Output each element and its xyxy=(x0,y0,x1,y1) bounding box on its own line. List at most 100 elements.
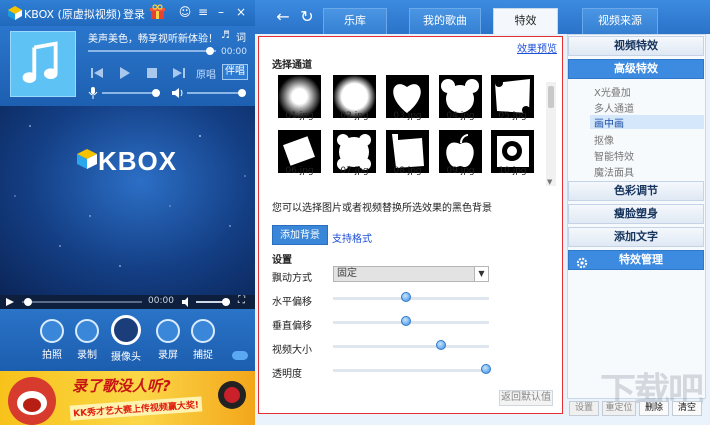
float-mode-select[interactable]: 固定 ▼ xyxy=(333,266,489,282)
minimize-icon[interactable]: – xyxy=(214,4,228,20)
progress-track[interactable] xyxy=(88,50,216,52)
video-progress-bar: 00:00 ⛶ xyxy=(0,295,255,309)
original-vocal-button[interactable]: 原唱 xyxy=(196,66,216,81)
clear-button[interactable]: 清空 xyxy=(672,401,702,416)
tool-label: 摄像头 xyxy=(111,352,141,363)
banner-headline: 录了歌没人听? xyxy=(72,377,171,395)
tool-label: 拍照 xyxy=(42,350,62,361)
h-offset-track[interactable] xyxy=(333,297,489,300)
video-volume-icon[interactable] xyxy=(182,297,192,307)
sidebar-sub-multi-channel[interactable]: 多人通道 xyxy=(594,100,634,115)
tab-effects[interactable]: 特效 xyxy=(493,8,558,34)
scroll-down-icon[interactable]: ▼ xyxy=(547,178,552,186)
video-size-knob[interactable] xyxy=(435,340,446,350)
video-time: 00:00 xyxy=(148,296,174,306)
accompaniment-button[interactable]: 伴唱 xyxy=(222,64,248,80)
sidebar-sub-xray[interactable]: X光叠加 xyxy=(594,84,631,99)
sidebar-advanced-effects[interactable]: 高级特效 xyxy=(568,59,704,79)
opacity-track[interactable] xyxy=(333,369,489,372)
stop-icon[interactable] xyxy=(145,66,159,80)
gift-icon[interactable] xyxy=(150,4,165,20)
snapshot-tool[interactable]: 拍照 xyxy=(32,319,72,361)
scrollbar-thumb[interactable] xyxy=(548,86,554,108)
sidebar-effect-manage[interactable]: 特效管理 xyxy=(568,250,704,270)
video-seek-knob[interactable] xyxy=(24,298,32,306)
tab-my-songs[interactable]: 我的歌曲 xyxy=(409,8,481,34)
thumb-label: 08.jpg xyxy=(393,166,422,176)
screen-record-tool[interactable]: 录屏 xyxy=(148,319,188,361)
background-help-text: 您可以选择图片或者视频替换所选效果的黑色背景 xyxy=(272,203,492,214)
video-volume-knob[interactable] xyxy=(222,298,230,306)
microphone-icon[interactable] xyxy=(88,87,98,99)
toggle-switch[interactable] xyxy=(232,351,248,360)
video-seek-track[interactable] xyxy=(22,301,142,303)
thumb-label: 06.jpg xyxy=(285,166,314,176)
album-cover xyxy=(10,31,76,97)
thumbnails-scrollbar[interactable] xyxy=(546,82,556,186)
video-size-track[interactable] xyxy=(333,345,489,348)
capture-tool[interactable]: 捕捉 xyxy=(183,319,223,361)
title-bar: KBOX (原虚拟视频) 登录 ☺ ≡ – × xyxy=(0,0,255,26)
effect-preview-link[interactable]: 效果预览 xyxy=(517,40,557,55)
camera-icon xyxy=(40,319,64,343)
add-background-button[interactable]: 添加背景 xyxy=(272,225,328,245)
sidebar-sub-keying[interactable]: 抠像 xyxy=(594,132,614,147)
progress-time: 00:00 xyxy=(221,47,247,57)
mic-volume-knob[interactable] xyxy=(152,89,160,97)
prev-icon[interactable] xyxy=(90,66,104,80)
video-size-label: 视频大小 xyxy=(272,345,312,356)
opacity-knob[interactable] xyxy=(480,364,491,374)
screen-icon xyxy=(156,319,180,343)
tab-music-library[interactable]: 乐库 xyxy=(323,8,387,34)
close-icon[interactable]: × xyxy=(234,4,248,20)
progress-knob[interactable] xyxy=(206,47,214,55)
thumb-label: 09.jpg xyxy=(446,166,475,176)
refresh-icon[interactable]: ↻ xyxy=(297,7,317,27)
v-offset-track[interactable] xyxy=(333,321,489,324)
video-record-icon xyxy=(75,319,99,343)
banner-subline: KK秀才艺大赛上传视频赢大奖! xyxy=(69,396,203,421)
sidebar-add-text[interactable]: 添加文字 xyxy=(568,227,704,247)
volume-track[interactable] xyxy=(187,92,245,94)
skin-icon[interactable]: ☺ xyxy=(178,4,192,20)
ad-banner[interactable]: 录了歌没人听? KK秀才艺大赛上传视频赢大奖! xyxy=(0,371,255,425)
settings-button[interactable]: 设置 xyxy=(569,401,599,416)
kbox-logo-icon xyxy=(8,6,22,20)
menu-icon[interactable]: ≡ xyxy=(196,4,210,20)
relocate-button[interactable]: 重定位 xyxy=(602,401,636,416)
fullscreen-icon[interactable]: ⛶ xyxy=(238,295,245,306)
thumb-label: 05.jpg xyxy=(498,111,527,121)
tab-video-source[interactable]: 视频来源 xyxy=(582,8,658,34)
tool-label: 录屏 xyxy=(158,350,178,361)
login-link[interactable]: 登录 xyxy=(123,6,145,22)
thumb-label: 10.jpg xyxy=(498,166,527,176)
sidebar-face-body[interactable]: 瘦脸塑身 xyxy=(568,204,704,224)
sidebar-sub-magic-mask[interactable]: 魔法面具 xyxy=(594,164,634,179)
sidebar-sub-smart-effects[interactable]: 智能特效 xyxy=(594,148,634,163)
tool-bar: 拍照 录制 摄像头 录屏 捕捉 xyxy=(0,309,255,371)
record-tool[interactable]: 录制 xyxy=(67,319,107,361)
delete-button[interactable]: 删除 xyxy=(639,401,669,416)
sidebar-sub-pip[interactable]: 画中画 xyxy=(590,115,704,130)
playlist-icon[interactable]: ♬ xyxy=(221,30,230,41)
sidebar-video-effects[interactable]: 视频特效 xyxy=(568,36,704,56)
video-preview[interactable]: KBOX xyxy=(0,106,255,295)
next-icon[interactable] xyxy=(172,66,186,80)
singing-mascot-icon xyxy=(8,377,56,425)
player-controls: 美声美色，畅享视听新体验！ ♬ 词 00:00 原唱 伴唱 xyxy=(0,26,255,106)
support-format-link[interactable]: 支持格式 xyxy=(332,230,372,245)
play-icon[interactable] xyxy=(117,66,131,80)
float-mode-label: 飘动方式 xyxy=(272,273,312,284)
top-navigation: ← ↻ 乐库 我的歌曲 特效 视频来源 xyxy=(255,0,710,34)
lyrics-button[interactable]: 词 xyxy=(236,29,246,44)
thumb-label: 02.jpg xyxy=(340,111,369,121)
back-arrow-icon[interactable]: ← xyxy=(273,7,293,27)
volume-icon[interactable] xyxy=(172,87,184,99)
sidebar-color-adjust[interactable]: 色彩调节 xyxy=(568,181,704,201)
choose-channel-heading: 选择通道 xyxy=(272,60,312,71)
video-play-icon[interactable] xyxy=(6,298,14,306)
volume-knob[interactable] xyxy=(238,89,246,97)
reset-default-button[interactable]: 返回默认值 xyxy=(499,390,553,406)
gear-icon xyxy=(576,257,588,269)
webcam-tool[interactable]: 摄像头 xyxy=(106,315,146,363)
